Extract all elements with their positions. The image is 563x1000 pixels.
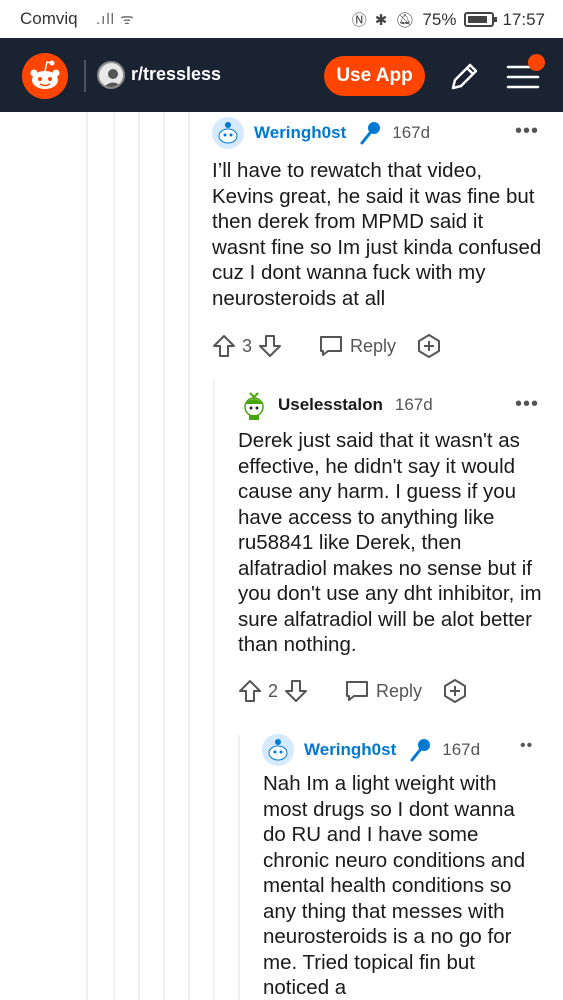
more-options-icon[interactable]: •••	[515, 120, 539, 143]
app-header: r/tressless Use App	[0, 38, 563, 112]
user-avatar[interactable]	[240, 390, 268, 420]
comment-actions: 3 Reply	[212, 333, 442, 359]
microphone-icon	[360, 122, 381, 145]
user-avatar[interactable]	[212, 117, 244, 149]
upvote-icon[interactable]	[212, 334, 236, 358]
use-app-button[interactable]: Use App	[324, 56, 425, 96]
comment-body: Derek just said that it wasn't as effect…	[238, 429, 542, 656]
comment-body: Nah Im a light weight with most drugs so…	[263, 772, 526, 999]
thread-line[interactable]	[238, 735, 240, 1000]
subreddit-avatar[interactable]	[97, 61, 125, 89]
comment-age: 167d	[442, 740, 481, 759]
username[interactable]: Weringh0st	[304, 740, 396, 760]
comment-header: Weringh0st 167d	[212, 117, 430, 149]
comment-header: Weringh0st 167d	[262, 734, 480, 766]
header-divider	[84, 60, 86, 92]
reply-label: Reply	[350, 335, 397, 356]
reply-button[interactable]: Reply	[318, 334, 396, 358]
thread-line[interactable]	[163, 112, 165, 1000]
thread-line[interactable]	[113, 112, 115, 1000]
vote-score: 2	[268, 680, 279, 701]
comment-body: I’ll have to rewatch that video, Kevins …	[212, 159, 542, 310]
nfc-icon: Ⓝ	[351, 12, 367, 29]
comment-actions: 2 Reply	[238, 678, 468, 704]
username[interactable]: Uselesstalon	[278, 395, 383, 415]
mute-icon: 🔕︎	[395, 11, 415, 29]
notification-dot	[528, 54, 545, 71]
reply-label: Reply	[376, 680, 423, 701]
upvote-icon[interactable]	[238, 679, 262, 703]
comment-icon	[346, 681, 369, 701]
comment-age: 167d	[394, 395, 433, 414]
downvote-icon[interactable]	[284, 679, 308, 703]
battery-icon	[464, 12, 498, 27]
award-icon[interactable]	[416, 333, 442, 359]
create-post-icon[interactable]	[447, 60, 481, 94]
battery-percent: 75%	[422, 9, 457, 29]
username[interactable]: Weringh0st	[254, 123, 346, 143]
microphone-icon	[410, 739, 431, 762]
more-options-icon[interactable]: •••	[515, 393, 539, 416]
status-bar: Comviq .ıll ᯤ Ⓝ ✱ 🔕︎ 75% 17:57	[0, 0, 563, 38]
thread-line[interactable]	[138, 112, 140, 1000]
reddit-logo-icon[interactable]	[22, 53, 68, 99]
thread-line[interactable]	[86, 112, 88, 1000]
comment-age: 167d	[392, 123, 431, 142]
clock: 17:57	[502, 9, 545, 29]
thread-line[interactable]	[213, 380, 215, 1000]
subreddit-name[interactable]: r/tressless	[131, 64, 221, 85]
carrier-name: Comviq	[20, 9, 78, 28]
bluetooth-icon: ✱	[374, 11, 388, 29]
vote-score: 3	[242, 335, 253, 356]
award-icon[interactable]	[442, 678, 468, 704]
comment-icon	[320, 336, 343, 356]
user-avatar[interactable]	[262, 734, 294, 766]
signal-icon: .ıll ᯤ	[96, 11, 135, 28]
downvote-icon[interactable]	[258, 334, 282, 358]
more-options-icon[interactable]: ••	[520, 737, 533, 755]
reply-button[interactable]: Reply	[344, 679, 422, 703]
comment-header: Uselesstalon 167d	[240, 390, 433, 420]
thread-line[interactable]	[188, 112, 190, 1000]
